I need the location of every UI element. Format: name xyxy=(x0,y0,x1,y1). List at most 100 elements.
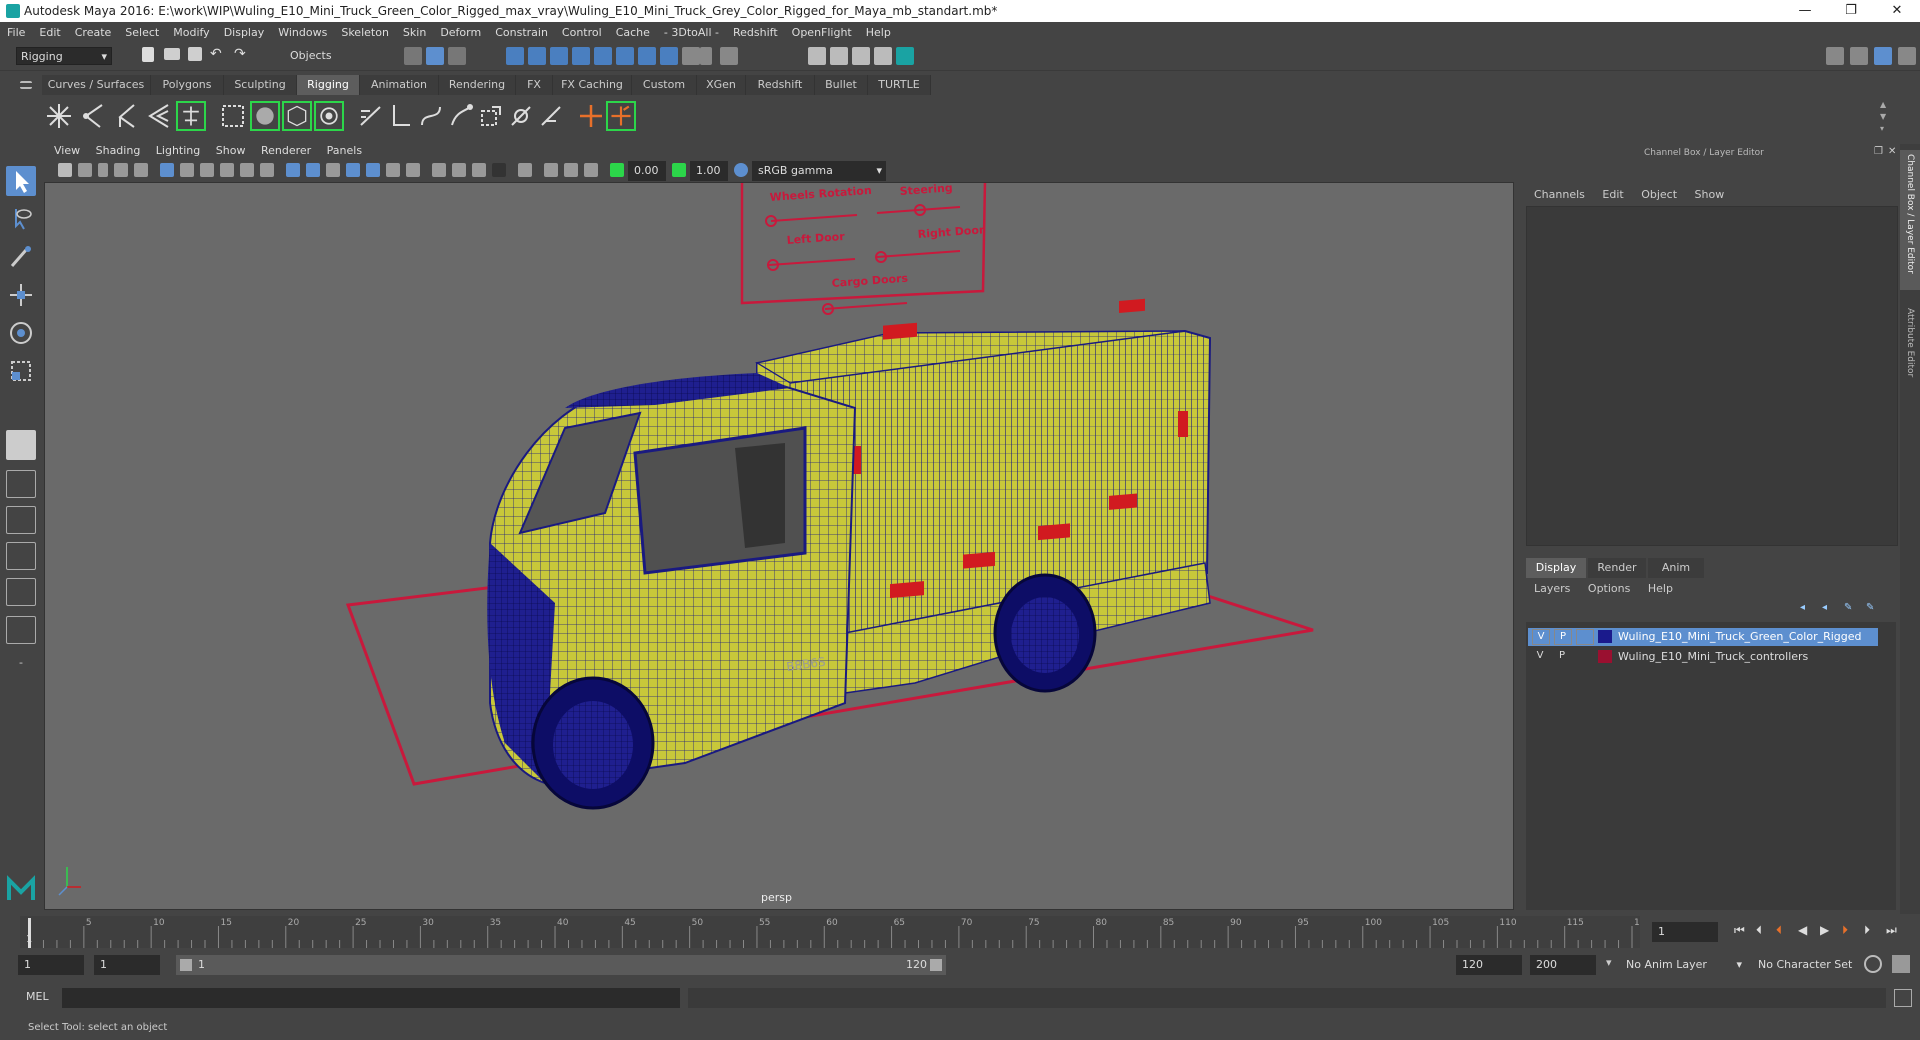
gate-mask-icon[interactable] xyxy=(220,163,234,177)
layer-tab-render[interactable]: Render xyxy=(1588,558,1646,578)
bind-skin-icon[interactable] xyxy=(250,101,280,131)
layer-tab-anim[interactable]: Anim xyxy=(1648,558,1704,578)
start-time-field[interactable]: 1 xyxy=(18,955,84,975)
layer-menu-help[interactable]: Help xyxy=(1648,582,1673,595)
play-backward-icon[interactable]: ◀ xyxy=(1798,923,1807,937)
tab-redshift[interactable]: Redshift xyxy=(746,75,815,95)
float-panel-icon[interactable]: ❐ xyxy=(1874,146,1883,157)
image-plane-icon[interactable] xyxy=(114,163,128,177)
script-editor-icon[interactable] xyxy=(1894,989,1912,1007)
default-material-icon[interactable] xyxy=(326,163,340,177)
step-back-key-icon[interactable]: ⏴ xyxy=(1756,923,1762,938)
xray-components-icon[interactable] xyxy=(584,163,598,177)
minimize-button[interactable]: — xyxy=(1782,0,1828,22)
lock-camera-icon[interactable] xyxy=(78,163,92,177)
joint-tool-icon[interactable] xyxy=(44,101,74,131)
outliner-toggle-icon[interactable] xyxy=(1850,47,1868,65)
truck-model[interactable]: B8B6S xyxy=(487,298,1212,810)
open-scene-icon[interactable] xyxy=(164,48,180,60)
go-to-end-icon[interactable]: ⏭ xyxy=(1886,923,1897,938)
viewport-persp[interactable]: B8B6S Wheels Rotation Steering Left Door… xyxy=(44,182,1514,910)
layer-playback-toggle[interactable]: P xyxy=(1554,629,1572,645)
command-input[interactable] xyxy=(62,988,680,1008)
layer-name[interactable]: Wuling_E10_Mini_Truck_controllers xyxy=(1618,650,1808,663)
layer-color-swatch[interactable] xyxy=(1598,630,1612,643)
paint-select-tool-icon[interactable] xyxy=(6,242,36,272)
shelf-scroll-arrows-icon[interactable]: ▲ ▼ ▾ xyxy=(1880,99,1890,135)
redo-icon[interactable]: ↷ xyxy=(234,46,252,64)
step-forward-key-icon[interactable]: ⏵ xyxy=(1864,923,1870,938)
preferences-icon[interactable] xyxy=(1892,955,1910,973)
vp-menu-panels[interactable]: Panels xyxy=(327,144,362,157)
cb-menu-edit[interactable]: Edit xyxy=(1602,188,1623,201)
tab-custom[interactable]: Custom xyxy=(632,75,697,95)
step-forward-frame-icon[interactable]: ⏵ xyxy=(1842,923,1848,938)
snap-vertex-icon[interactable] xyxy=(616,47,634,65)
wire-deformer-icon[interactable] xyxy=(536,101,566,131)
tab-turtle[interactable]: TURTLE xyxy=(868,75,931,95)
motion-blur-icon[interactable] xyxy=(452,163,466,177)
select-by-component-icon[interactable] xyxy=(448,47,466,65)
tab-bullet[interactable]: Bullet xyxy=(815,75,868,95)
layer-visibility-toggle[interactable]: V xyxy=(1532,629,1550,645)
menu-cache[interactable]: Cache xyxy=(609,26,657,39)
character-set-dropdown[interactable]: No Character Set xyxy=(1752,955,1866,975)
undo-icon[interactable]: ↶ xyxy=(210,46,228,64)
end-time-field[interactable]: 120 xyxy=(1456,955,1522,975)
tab-fx-caching[interactable]: FX Caching xyxy=(553,75,632,95)
ik-spline-icon[interactable] xyxy=(110,101,140,131)
gamma-icon[interactable] xyxy=(672,163,686,177)
current-frame-field[interactable]: 1 xyxy=(1652,922,1718,942)
new-layer-selected-icon[interactable]: ✎ xyxy=(1866,602,1880,614)
field-chart-icon[interactable] xyxy=(240,163,254,177)
gamma-field[interactable]: 1.00 xyxy=(690,161,728,181)
layer-menu-layers[interactable]: Layers xyxy=(1534,582,1570,595)
snap-edge-icon[interactable] xyxy=(638,47,656,65)
shelf-menu-icon[interactable] xyxy=(20,81,32,89)
textured-icon[interactable] xyxy=(366,163,380,177)
workspace-toggle-icon[interactable] xyxy=(1826,47,1844,65)
lasso-tool-icon[interactable] xyxy=(6,204,36,234)
layer-color-swatch[interactable] xyxy=(1598,650,1612,663)
layer-playback-toggle[interactable]: P xyxy=(1554,649,1570,663)
save-scene-icon[interactable] xyxy=(188,47,202,61)
vp-menu-show[interactable]: Show xyxy=(216,144,246,157)
parent-constraint-icon[interactable] xyxy=(606,101,636,131)
outliner-layout-icon[interactable] xyxy=(6,616,36,644)
anim-end-field[interactable]: 200 xyxy=(1530,955,1596,975)
menu-help[interactable]: Help xyxy=(859,26,898,39)
scale-tool-icon[interactable] xyxy=(6,356,36,386)
xray-icon[interactable] xyxy=(544,163,558,177)
close-button[interactable]: ✕ xyxy=(1874,0,1920,22)
four-view-layout-icon[interactable] xyxy=(6,470,36,498)
vp-menu-renderer[interactable]: Renderer xyxy=(261,144,311,157)
smooth-shade-icon[interactable] xyxy=(306,163,320,177)
go-to-start-icon[interactable]: ⏮ xyxy=(1734,923,1745,938)
persp-outliner-layout-icon[interactable] xyxy=(6,578,36,606)
ipr-render-icon[interactable] xyxy=(852,47,870,65)
lock-icon[interactable] xyxy=(700,47,712,65)
color-space-dropdown[interactable]: sRGB gamma ▾ xyxy=(752,161,886,181)
cb-menu-object[interactable]: Object xyxy=(1641,188,1677,201)
select-by-object-icon[interactable] xyxy=(426,47,444,65)
menu-control[interactable]: Control xyxy=(555,26,609,39)
select-by-hierarchy-icon[interactable] xyxy=(404,47,422,65)
ik-handle-icon[interactable] xyxy=(78,101,108,131)
grid-icon[interactable] xyxy=(160,163,174,177)
channel-list[interactable] xyxy=(1526,206,1898,546)
render-frame-icon[interactable] xyxy=(830,47,848,65)
restore-button[interactable]: ❐ xyxy=(1828,0,1874,22)
vp-menu-shading[interactable]: Shading xyxy=(96,144,141,157)
front-wheel[interactable] xyxy=(531,676,655,810)
xray-joints-icon[interactable] xyxy=(564,163,578,177)
vp-menu-view[interactable]: View xyxy=(54,144,80,157)
layer-visibility-toggle[interactable]: V xyxy=(1532,649,1548,663)
bookmark-icon[interactable] xyxy=(98,163,108,177)
tab-animation[interactable]: Animation xyxy=(360,75,439,95)
blend-shape-icon[interactable] xyxy=(476,101,506,131)
snap-curve-icon[interactable] xyxy=(528,47,546,65)
color-management-icon[interactable] xyxy=(734,163,748,177)
menu-create[interactable]: Create xyxy=(68,26,119,39)
lattice-icon[interactable] xyxy=(282,101,312,131)
menu-display[interactable]: Display xyxy=(217,26,272,39)
